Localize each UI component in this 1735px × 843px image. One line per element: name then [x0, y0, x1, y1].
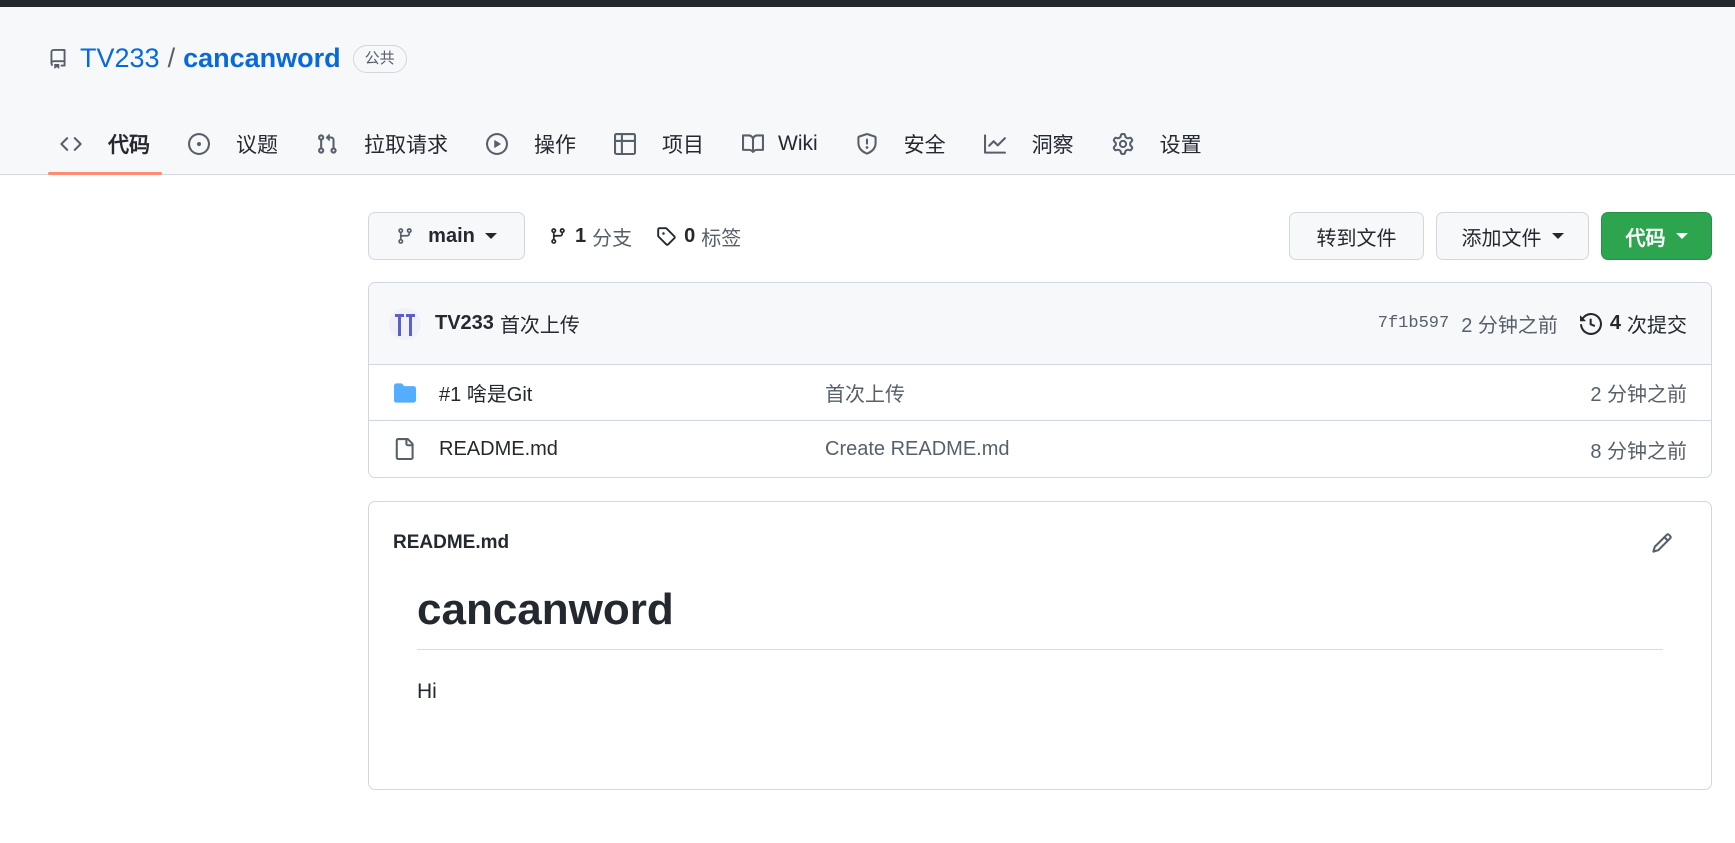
- browser-top-strip: [0, 0, 1735, 7]
- gear-icon: [1112, 133, 1133, 155]
- edit-readme-button[interactable]: [1651, 532, 1673, 554]
- tab-actions-label: 操作: [534, 134, 576, 157]
- play-icon: [486, 133, 508, 155]
- latest-commit-row: TV233 首次上传 7f1b597 2 分钟之前 4 次提交: [369, 283, 1711, 365]
- list-item[interactable]: README.md Create README.md 8 分钟之前: [369, 421, 1711, 477]
- commit-history-link[interactable]: 4 次提交: [1579, 309, 1687, 338]
- commit-author[interactable]: TV233: [435, 312, 494, 335]
- repo-title: TV233 / cancanword 公共: [48, 43, 407, 74]
- code-button-label: 代码: [1625, 227, 1666, 250]
- readme-panel: README.md cancanword Hi: [368, 501, 1712, 790]
- list-item[interactable]: #1 啥是Git 首次上传 2 分钟之前: [369, 365, 1711, 421]
- file-commit-message[interactable]: Create README.md: [825, 438, 1010, 461]
- file-commit-message[interactable]: 首次上传: [825, 378, 905, 407]
- repo-main: main 1 分支 0 标签 转到文件 添加文件 代码 TV233 首次上传 7…: [368, 212, 1712, 790]
- commit-sha[interactable]: 7f1b597: [1378, 314, 1449, 333]
- graph-icon: [983, 134, 1006, 154]
- branch-name: main: [428, 224, 475, 247]
- shield-icon: [857, 133, 877, 155]
- commit-message[interactable]: 首次上传: [500, 309, 580, 338]
- tab-projects[interactable]: 项目: [602, 114, 716, 174]
- repo-nav-tabs: 代码 议题 拉取请求 操作 项目 Wiki 安全 洞察 设置: [48, 114, 1228, 175]
- readme-paragraph: Hi: [417, 679, 437, 703]
- branch-icon: [398, 228, 412, 244]
- tab-settings[interactable]: 设置: [1100, 114, 1214, 174]
- tab-code[interactable]: 代码: [48, 114, 162, 175]
- tags-link[interactable]: 0 标签: [656, 222, 741, 251]
- repo-name-link[interactable]: cancanword: [183, 43, 341, 74]
- file-age: 8 分钟之前: [1590, 440, 1687, 463]
- file-toolbar: main 1 分支 0 标签 转到文件 添加文件 代码: [368, 212, 1712, 260]
- go-to-file-button[interactable]: 转到文件: [1289, 212, 1424, 260]
- commit-meta: 7f1b597 2 分钟之前 4 次提交: [1378, 309, 1687, 338]
- tab-security-label: 安全: [903, 134, 946, 157]
- tab-actions[interactable]: 操作: [474, 114, 588, 174]
- readme-heading: cancanword: [417, 584, 1663, 650]
- tab-insights[interactable]: 洞察: [972, 114, 1086, 174]
- tab-wiki[interactable]: Wiki: [730, 114, 830, 174]
- tab-issues-label: 议题: [236, 134, 278, 157]
- chevron-down-icon: [1551, 233, 1564, 239]
- add-file-button[interactable]: 添加文件: [1436, 212, 1589, 260]
- repo-icon: [48, 47, 68, 71]
- table-icon: [614, 133, 636, 155]
- readme-content: cancanword Hi: [369, 584, 1711, 704]
- commit-count: 4: [1609, 312, 1621, 334]
- branch-icon: [551, 228, 565, 244]
- tab-issues[interactable]: 议题: [176, 114, 290, 174]
- tab-settings-label: 设置: [1159, 134, 1202, 157]
- tab-insights-label: 洞察: [1031, 134, 1074, 157]
- tab-security[interactable]: 安全: [844, 114, 958, 174]
- repo-header: TV233 / cancanword 公共 代码 议题 拉取请求 操作 项目 W…: [0, 7, 1735, 175]
- tab-wiki-label: Wiki: [778, 132, 818, 155]
- file-age: 2 分钟之前: [1590, 384, 1687, 406]
- book-icon: [742, 134, 764, 153]
- tags-count: 0: [684, 224, 696, 247]
- branches-label: 分支: [592, 227, 633, 250]
- readme-header: README.md: [369, 502, 1711, 584]
- tab-pull-requests-label: 拉取请求: [364, 134, 448, 157]
- repo-owner-link[interactable]: TV233: [80, 43, 160, 74]
- avatar[interactable]: [389, 307, 421, 340]
- branches-link[interactable]: 1 分支: [549, 222, 632, 251]
- file-name[interactable]: README.md: [439, 438, 825, 461]
- pull-request-icon: [318, 133, 337, 154]
- readme-filename: README.md: [393, 532, 510, 553]
- commit-age: 2 分钟之前: [1461, 315, 1558, 337]
- chevron-down-icon: [484, 233, 497, 239]
- folder-icon: [393, 382, 419, 404]
- tab-projects-label: 项目: [662, 134, 704, 157]
- tab-code-label: 代码: [108, 134, 150, 157]
- tags-label: 标签: [701, 227, 742, 250]
- code-icon: [60, 137, 82, 151]
- file-browser: TV233 首次上传 7f1b597 2 分钟之前 4 次提交 #1 啥是Git…: [368, 282, 1712, 478]
- issue-icon: [188, 133, 210, 155]
- history-icon: [1579, 312, 1602, 335]
- tag-icon: [657, 227, 676, 246]
- branches-count: 1: [575, 224, 587, 247]
- chevron-down-icon: [1675, 233, 1688, 239]
- branch-select-button[interactable]: main: [368, 212, 525, 260]
- add-file-label: 添加文件: [1461, 227, 1542, 250]
- pencil-icon: [1652, 533, 1672, 553]
- visibility-badge: 公共: [352, 44, 407, 73]
- file-name[interactable]: #1 啥是Git: [439, 378, 825, 407]
- file-icon: [393, 437, 419, 461]
- toolbar-actions: 转到文件 添加文件 代码: [1277, 212, 1712, 260]
- repo-separator: /: [167, 43, 176, 73]
- code-button[interactable]: 代码: [1601, 212, 1712, 260]
- commit-count-label: 次提交: [1627, 315, 1687, 337]
- tab-pull-requests[interactable]: 拉取请求: [304, 114, 460, 174]
